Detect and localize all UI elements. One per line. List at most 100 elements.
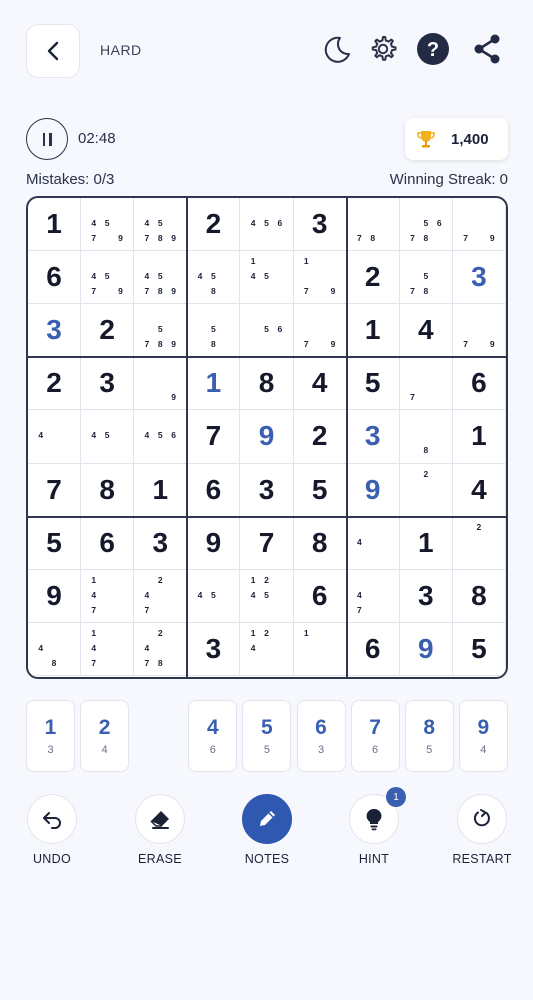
restart-button[interactable]: RESTART — [437, 794, 527, 866]
cell-r6c4[interactable]: 6 — [187, 463, 241, 517]
cell-r4c8[interactable]: 7 — [399, 357, 453, 411]
cell-r3c1[interactable]: 3 — [28, 304, 82, 358]
cell-r3c3[interactable]: 5789 — [134, 304, 188, 358]
cell-r2c2[interactable]: 457 9 — [81, 251, 135, 305]
help-button[interactable]: ? — [416, 32, 450, 66]
number-key-7[interactable]: 76 — [350, 700, 400, 772]
cell-r5c6[interactable]: 2 — [293, 410, 347, 464]
cell-r1c6[interactable]: 3 — [293, 198, 347, 252]
cell-r4c9[interactable]: 6 — [452, 357, 506, 411]
cell-r5c7[interactable]: 3 — [346, 410, 400, 464]
cell-r6c3[interactable]: 1 — [134, 463, 188, 517]
cell-r8c2[interactable]: 1 4 7 — [81, 569, 135, 623]
notes-circle[interactable] — [242, 794, 292, 844]
cell-r8c7[interactable]: 47 — [346, 569, 400, 623]
cell-r9c4[interactable]: 3 — [187, 622, 241, 676]
cell-r8c3[interactable]: 24 7 — [134, 569, 188, 623]
cell-r2c1[interactable]: 6 — [28, 251, 82, 305]
cell-r8c8[interactable]: 3 — [399, 569, 453, 623]
cell-r9c7[interactable]: 6 — [346, 622, 400, 676]
cell-r7c5[interactable]: 7 — [240, 516, 294, 570]
cell-r1c7[interactable]: 78 — [346, 198, 400, 252]
cell-r5c8[interactable]: 8 — [399, 410, 453, 464]
cell-r1c9[interactable]: 79 — [452, 198, 506, 252]
undo-button[interactable]: UNDO — [7, 794, 97, 866]
restart-circle[interactable] — [457, 794, 507, 844]
cell-r7c8[interactable]: 1 — [399, 516, 453, 570]
number-key-9[interactable]: 94 — [458, 700, 508, 772]
number-key-1[interactable]: 13 — [26, 700, 75, 772]
cell-r8c1[interactable]: 9 — [28, 569, 82, 623]
cell-r3c9[interactable]: 79 — [452, 304, 506, 358]
cell-r2c6[interactable]: 1 7 9 — [293, 251, 347, 305]
number-key-4[interactable]: 46 — [188, 700, 238, 772]
cell-r5c5[interactable]: 9 — [240, 410, 294, 464]
number-key-8[interactable]: 85 — [404, 700, 454, 772]
cell-r1c8[interactable]: 56 78 — [399, 198, 453, 252]
number-key-2[interactable]: 24 — [80, 700, 130, 772]
cell-r3c5[interactable]: 56 — [240, 304, 294, 358]
cell-r9c6[interactable]: 1 — [293, 622, 347, 676]
cell-r7c1[interactable]: 5 — [28, 516, 82, 570]
cell-r6c1[interactable]: 7 — [28, 463, 82, 517]
cell-r2c3[interactable]: 45789 — [134, 251, 188, 305]
cell-r8c9[interactable]: 8 — [452, 569, 506, 623]
cell-r7c6[interactable]: 8 — [293, 516, 347, 570]
cell-r2c4[interactable]: 45 8 — [187, 251, 241, 305]
cell-r4c7[interactable]: 5 — [346, 357, 400, 411]
hint-circle[interactable]: 1 — [349, 787, 406, 844]
cell-r9c5[interactable]: 124 — [240, 622, 294, 676]
cell-r6c8[interactable]: 2 — [399, 463, 453, 517]
cell-r2c5[interactable]: 1 45 — [240, 251, 294, 305]
cell-r3c4[interactable]: 58 — [187, 304, 241, 358]
notes-button[interactable]: NOTES — [222, 794, 312, 866]
cell-r4c3[interactable]: 9 — [134, 357, 188, 411]
cell-r1c4[interactable]: 2 — [187, 198, 241, 252]
dark-mode-button[interactable] — [320, 32, 354, 66]
cell-r8c5[interactable]: 1245 — [240, 569, 294, 623]
cell-r7c4[interactable]: 9 — [187, 516, 241, 570]
cell-r1c2[interactable]: 457 9 — [81, 198, 135, 252]
cell-r5c4[interactable]: 7 — [187, 410, 241, 464]
cell-r1c5[interactable]: 456 — [240, 198, 294, 252]
settings-button[interactable] — [366, 32, 400, 66]
cell-r7c9[interactable]: 2 — [452, 516, 506, 570]
hint-button[interactable]: 1 HINT — [329, 787, 419, 866]
cell-r3c7[interactable]: 1 — [346, 304, 400, 358]
cell-r1c3[interactable]: 45789 — [134, 198, 188, 252]
cell-r5c3[interactable]: 456 — [134, 410, 188, 464]
share-button[interactable] — [470, 32, 504, 66]
undo-circle[interactable] — [27, 794, 77, 844]
erase-circle[interactable] — [135, 794, 185, 844]
cell-r3c2[interactable]: 2 — [81, 304, 135, 358]
cell-r6c6[interactable]: 5 — [293, 463, 347, 517]
cell-r4c1[interactable]: 2 — [28, 357, 82, 411]
cell-r6c5[interactable]: 3 — [240, 463, 294, 517]
cell-r7c2[interactable]: 6 — [81, 516, 135, 570]
erase-button[interactable]: ERASE — [115, 794, 205, 866]
cell-r5c1[interactable]: 4 — [28, 410, 82, 464]
cell-r2c8[interactable]: 578 — [399, 251, 453, 305]
cell-r1c1[interactable]: 1 — [28, 198, 82, 252]
cell-r8c6[interactable]: 6 — [293, 569, 347, 623]
number-key-5[interactable]: 55 — [242, 700, 292, 772]
cell-r2c9[interactable]: 3 — [452, 251, 506, 305]
cell-r3c6[interactable]: 79 — [293, 304, 347, 358]
cell-r5c2[interactable]: 45 — [81, 410, 135, 464]
cell-r9c8[interactable]: 9 — [399, 622, 453, 676]
cell-r7c7[interactable]: 4 — [346, 516, 400, 570]
cell-r9c9[interactable]: 5 — [452, 622, 506, 676]
cell-r2c7[interactable]: 2 — [346, 251, 400, 305]
pause-button[interactable] — [26, 118, 68, 160]
cell-r6c9[interactable]: 4 — [452, 463, 506, 517]
cell-r9c3[interactable]: 24 78 — [134, 622, 188, 676]
cell-r6c7[interactable]: 9 — [346, 463, 400, 517]
cell-r4c6[interactable]: 4 — [293, 357, 347, 411]
cell-r3c8[interactable]: 4 — [399, 304, 453, 358]
cell-r4c4[interactable]: 1 — [187, 357, 241, 411]
cell-r4c2[interactable]: 3 — [81, 357, 135, 411]
number-key-6[interactable]: 63 — [296, 700, 346, 772]
cell-r6c2[interactable]: 8 — [81, 463, 135, 517]
cell-r4c5[interactable]: 8 — [240, 357, 294, 411]
back-button[interactable] — [26, 24, 80, 78]
